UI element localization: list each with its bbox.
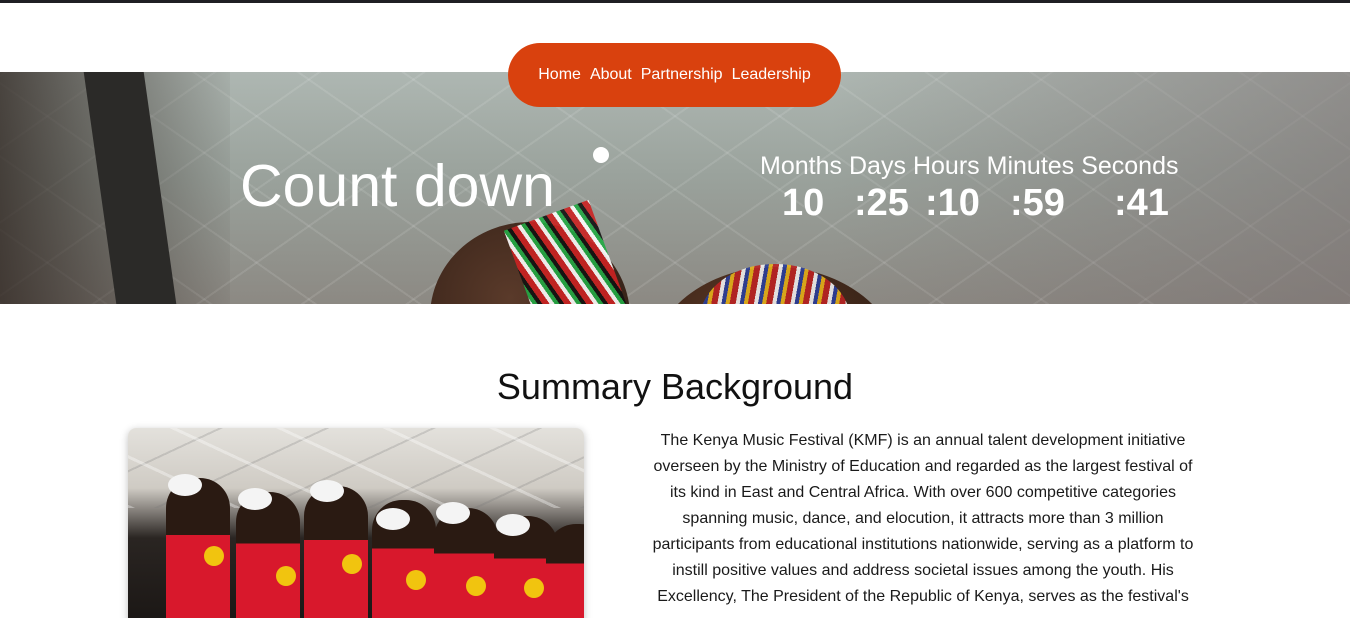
summary-title: Summary Background [496, 366, 854, 407]
yellow-bow-tie [406, 570, 426, 590]
countdown-values: 10 :25 :10 :59 :41 [0, 182, 1350, 228]
yellow-bow-tie [204, 546, 224, 566]
timer-value-minutes: :59 [1010, 182, 1065, 224]
timer-label-months: Months [760, 152, 842, 180]
summary-paragraph: The Kenya Music Festival (KMF) is an ann… [625, 428, 1221, 610]
timer-label-seconds: Seconds [1081, 152, 1179, 180]
hair-bow [310, 480, 344, 502]
hair-bow [496, 514, 530, 536]
summary-line: Excellency, The President of the Republi… [657, 588, 1189, 605]
hair-bow [168, 474, 202, 496]
nav-about-link[interactable]: About [590, 66, 632, 84]
yellow-bow-tie [524, 578, 544, 598]
timer-label-hours: Hours [912, 152, 980, 180]
hero-dot [593, 147, 609, 163]
timer-value-seconds: :41 [1114, 182, 1169, 224]
summary-line: spanning music, dance, and elocution, it… [682, 510, 1164, 527]
summary-line: The Kenya Music Festival (KMF) is an ann… [660, 432, 1186, 449]
nav-home-link[interactable]: Home [538, 66, 581, 84]
summary-line: its kind in East and Central Africa. Wit… [669, 484, 1176, 501]
summary-line: participants from educational institutio… [652, 536, 1194, 553]
hair-bow [238, 488, 272, 510]
top-border [0, 0, 1350, 3]
yellow-bow-tie [466, 576, 486, 596]
nav-leadership-link[interactable]: Leadership [732, 66, 811, 84]
hair-bow [376, 508, 410, 530]
choir-member [236, 492, 300, 618]
timer-value-hours: :10 [925, 182, 980, 224]
yellow-bow-tie [276, 566, 296, 586]
choir-member [546, 524, 584, 618]
choir-member [304, 486, 368, 618]
main-navigation: Home About Partnership Leadership [508, 43, 841, 107]
timer-value-months: 10 [782, 182, 825, 224]
choir-member [434, 508, 498, 618]
timer-label-minutes: Minutes [986, 152, 1075, 180]
hair-bow [436, 502, 470, 524]
timer-label-days: Days [848, 152, 906, 180]
summary-line: instill positive values and address soci… [672, 562, 1174, 579]
countdown-labels: Months Days Hours Minutes Seconds [760, 152, 1178, 181]
timer-value-days: :25 [854, 182, 909, 224]
nav-partnership-link[interactable]: Partnership [641, 66, 723, 84]
yellow-bow-tie [342, 554, 362, 574]
summary-line: overseen by the Ministry of Education an… [653, 458, 1193, 475]
choir-photo [128, 428, 584, 618]
